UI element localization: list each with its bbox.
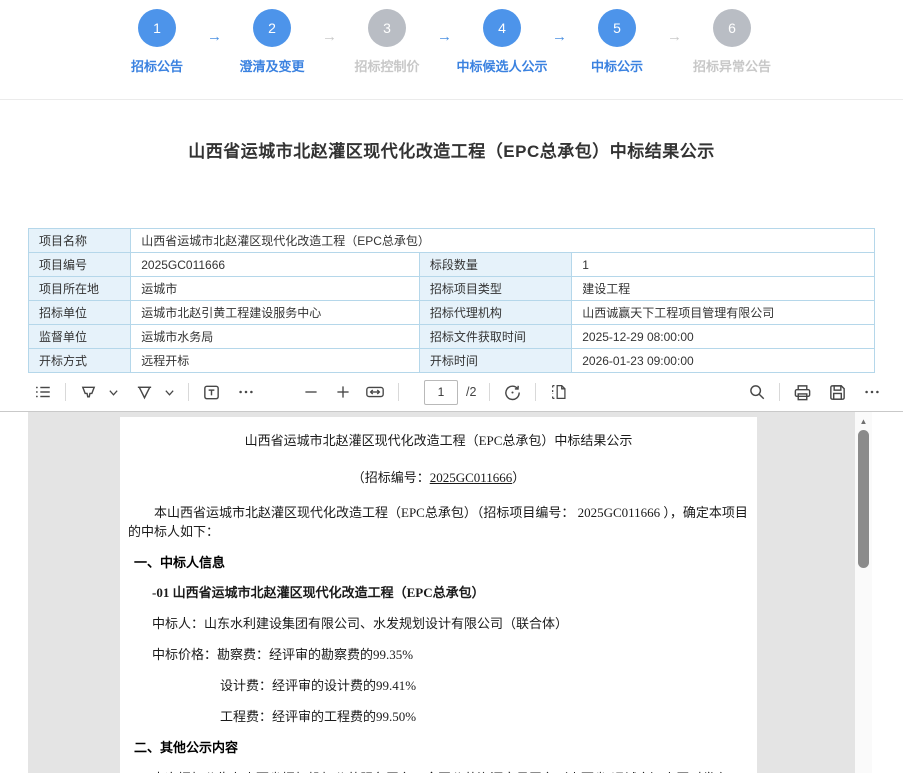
field-value: 山西诚赢天下工程项目管理有限公司 [572,301,875,325]
field-label: 项目名称 [29,229,131,253]
field-value: 2025GC011666 [131,253,420,277]
table-row: 项目所在地 运城市 招标项目类型 建设工程 [29,277,875,301]
scrollbar-thumb[interactable] [858,430,869,568]
toolbar-divider [398,383,399,401]
toolbar-divider [188,383,189,401]
chevron-down-icon[interactable] [108,387,119,398]
toolbar-divider [779,383,780,401]
step-number: 1 [138,9,176,47]
field-value: 1 [572,253,875,277]
field-label: 招标项目类型 [419,277,571,301]
page-view-icon[interactable] [549,382,569,402]
field-label: 标段数量 [419,253,571,277]
page-total: /2 [466,385,476,399]
pdf-toolbar: /2 [0,373,903,412]
step-control-price[interactable]: 3 招标控制价 [339,9,435,75]
doc-title: 山西省运城市北赵灌区现代化改造工程（EPC总承包）中标结果公示 [128,431,749,450]
step-abnormal-announcement[interactable]: 6 招标异常公告 [684,9,780,75]
field-value: 运城市北赵引黄工程建设服务中心 [131,301,420,325]
field-value: 山西省运城市北赵灌区现代化改造工程（EPC总承包） [131,229,875,253]
toolbar-divider [489,383,490,401]
bidno-prefix: （招标编号： [352,470,430,485]
field-label: 开标时间 [419,349,571,373]
step-number: 6 [713,9,751,47]
field-label: 招标代理机构 [419,301,571,325]
arrow-right-icon: → [550,28,569,45]
scroll-up-icon[interactable]: ▲ [855,412,872,426]
doc-subsection-heading: -01 山西省运城市北赵灌区现代化改造工程（EPC总承包） [152,583,749,602]
more-tools-icon[interactable] [237,383,255,401]
field-label: 招标文件获取时间 [419,325,571,349]
document-outline-icon[interactable] [34,383,52,401]
field-label: 项目编号 [29,253,131,277]
field-value: 建设工程 [572,277,875,301]
doc-intro: 本山西省运城市北赵灌区现代化改造工程（EPC总承包）（招标项目编号： 2025G… [128,503,749,541]
page-number-input[interactable] [424,380,458,405]
project-info-table: 项目名称 山西省运城市北赵灌区现代化改造工程（EPC总承包） 项目编号 2025… [28,228,875,373]
step-number: 2 [253,9,291,47]
doc-section2-heading: 二、其他公示内容 [134,738,749,757]
add-text-icon[interactable] [202,383,221,402]
field-value: 2025-12-29 08:00:00 [572,325,875,349]
step-label: 澄清及变更 [239,56,304,75]
pdf-page: 山西省运城市北赵灌区现代化改造工程（EPC总承包）中标结果公示 （招标编号：20… [120,417,757,773]
print-icon[interactable] [793,383,812,402]
pdf-viewer: 山西省运城市北赵灌区现代化改造工程（EPC总承包）中标结果公示 （招标编号：20… [28,412,872,773]
arrow-right-icon: → [205,28,224,45]
step-label: 招标控制价 [354,56,419,75]
step-award-publicity[interactable]: 5 中标公示 [569,9,665,75]
progress-stepper: 1 招标公告 → 2 澄清及变更 → 3 招标控制价 → 4 中标候选人公示 →… [0,0,903,100]
page-title: 山西省运城市北赵灌区现代化改造工程（EPC总承包）中标结果公示 [0,137,903,162]
step-clarification[interactable]: 2 澄清及变更 [224,9,320,75]
doc-footer-note: 本次招标公告在山西省招标投标公共服务平台、全国公共资源交易平台（山西省·运城市）… [152,769,749,773]
step-bid-announcement[interactable]: 1 招标公告 [109,9,205,75]
search-icon[interactable] [748,383,766,401]
field-value: 运城市水务局 [131,325,420,349]
zoom-in-icon[interactable] [335,384,351,400]
step-label: 中标候选人公示 [456,56,547,75]
doc-section1-heading: 一、中标人信息 [134,553,749,572]
save-icon[interactable] [828,383,847,402]
more-options-icon[interactable] [863,383,881,401]
bidno-suffix: ） [512,470,525,485]
vertical-scrollbar[interactable]: ▲ [855,412,872,773]
field-value: 2026-01-23 09:00:00 [572,349,875,373]
doc-price-survey: 中标价格：勘察费：经评审的勘察费的99.35% [152,645,749,664]
field-label: 监督单位 [29,325,131,349]
field-label: 项目所在地 [29,277,131,301]
arrow-right-icon: → [665,28,684,45]
field-label: 招标单位 [29,301,131,325]
step-number: 5 [598,9,636,47]
table-row: 招标单位 运城市北赵引黄工程建设服务中心 招标代理机构 山西诚赢天下工程项目管理… [29,301,875,325]
doc-price-construction: 工程费：经评审的工程费的99.50% [220,707,749,726]
field-label: 开标方式 [29,349,131,373]
step-label: 招标公告 [131,56,183,75]
doc-price-design: 设计费：经评审的设计费的99.41% [220,676,749,695]
field-value: 远程开标 [131,349,420,373]
zoom-out-icon[interactable] [303,384,319,400]
draw-icon[interactable] [135,383,154,402]
bidno-number: 2025GC011666 [430,470,513,485]
doc-winner: 中标人：山东水利建设集团有限公司、水发规划设计有限公司（联合体） [152,614,749,633]
toolbar-divider [65,383,66,401]
step-number: 3 [368,9,406,47]
arrow-right-icon: → [435,28,454,45]
step-number: 4 [483,9,521,47]
toolbar-divider [535,383,536,401]
table-row: 监督单位 运城市水务局 招标文件获取时间 2025-12-29 08:00:00 [29,325,875,349]
highlight-icon[interactable] [79,383,98,402]
table-row: 项目编号 2025GC011666 标段数量 1 [29,253,875,277]
step-candidate-publicity[interactable]: 4 中标候选人公示 [454,9,550,75]
step-label: 中标公示 [591,56,643,75]
field-value: 运城市 [131,277,420,301]
arrow-right-icon: → [320,28,339,45]
doc-bid-number-line: （招标编号：2025GC011666） [128,468,749,487]
chevron-down-icon[interactable] [164,387,175,398]
table-row: 开标方式 远程开标 开标时间 2026-01-23 09:00:00 [29,349,875,373]
table-row: 项目名称 山西省运城市北赵灌区现代化改造工程（EPC总承包） [29,229,875,253]
fit-width-icon[interactable] [365,382,385,402]
step-label: 招标异常公告 [693,56,771,75]
rotate-icon[interactable] [503,383,522,402]
